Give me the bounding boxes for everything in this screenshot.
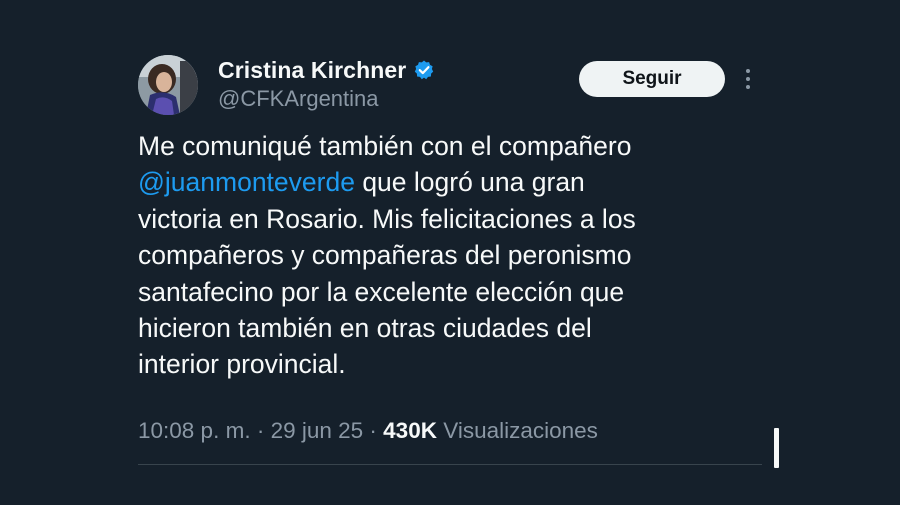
tweet-line: santafecino por la excelente elección qu… [138,276,625,307]
more-dot [746,69,750,73]
follow-button[interactable]: Seguir [579,61,725,97]
tweet-time[interactable]: 10:08 p. m. [138,418,251,443]
more-options-icon[interactable] [738,64,758,94]
avatar[interactable] [138,55,198,115]
author-handle[interactable]: @CFKArgentina [218,86,379,112]
more-dot [746,77,750,81]
tweet-date[interactable]: 29 jun 25 [271,418,364,443]
tweet-text: Me comuniqué también con el compañero @j… [138,128,738,383]
divider [138,464,762,465]
meta-separator: · [250,418,271,443]
views-label: Visualizaciones [443,418,598,443]
views-count: 430K [383,418,437,443]
tweet-line-text: que logró una gran [354,167,585,198]
tweet-card: Cristina Kirchner @CFKArgentina Seguir M… [0,0,900,505]
profile-photo-icon [138,55,198,115]
tweet-line: hicieron también en otras ciudades del [138,313,592,344]
tweet-line: victoria en Rosario. Mis felicitaciones … [138,203,636,234]
author-display-name[interactable]: Cristina Kirchner [218,57,406,84]
mention-link[interactable]: @juanmonteverde [138,167,355,197]
scroll-indicator[interactable] [774,428,779,468]
meta-separator: · [363,418,384,443]
tweet-line: compañeros y compañeras del peronismo [138,240,632,271]
tweet-line: @juanmonteverde que logró una gran [138,164,738,200]
verified-badge-icon[interactable] [413,59,435,81]
tweet-meta: 10:08 p. m. · 29 jun 25 · 430K Visualiza… [138,418,598,444]
tweet-line: Me comuniqué también con el compañero [138,131,632,161]
author-name-row: Cristina Kirchner [218,56,435,84]
tweet-line: interior provincial. [138,349,346,380]
more-dot [746,85,750,89]
